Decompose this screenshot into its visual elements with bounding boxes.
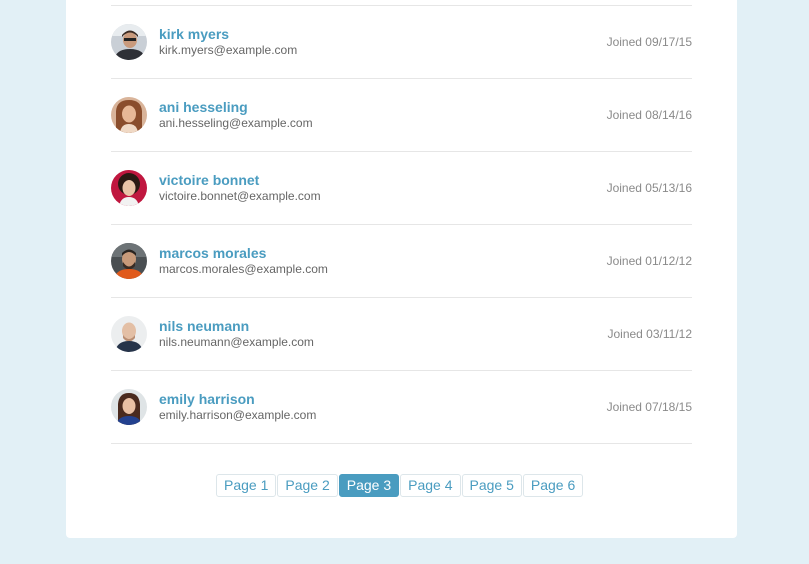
list-item[interactable]: nils neumann nils.neumann@example.com Jo… <box>111 298 692 371</box>
user-name[interactable]: emily harrison <box>159 391 255 407</box>
user-email: nils.neumann@example.com <box>159 335 314 349</box>
page-1-button[interactable]: Page 1 <box>216 474 277 497</box>
page-2-button[interactable]: Page 2 <box>277 474 338 497</box>
user-email: marcos.morales@example.com <box>159 262 328 276</box>
page-4-button[interactable]: Page 4 <box>400 474 461 497</box>
join-date: Joined 07/18/15 <box>606 400 692 414</box>
user-email: emily.harrison@example.com <box>159 408 317 422</box>
page-3-button[interactable]: Page 3 <box>338 474 400 497</box>
user-name[interactable]: victoire bonnet <box>159 172 259 188</box>
user-name[interactable]: marcos morales <box>159 245 266 261</box>
user-name[interactable]: ani hesseling <box>159 99 248 115</box>
list-item[interactable]: emily harrison emily.harrison@example.co… <box>111 371 692 444</box>
user-email: kirk.myers@example.com <box>159 43 298 57</box>
pagination: Page 1 Page 2 Page 3 Page 4 Page 5 Page … <box>216 474 584 497</box>
join-date: Joined 03/11/12 <box>607 327 692 341</box>
user-name[interactable]: kirk myers <box>159 26 229 42</box>
join-date: Joined 09/17/15 <box>606 35 692 49</box>
user-email: ani.hesseling@example.com <box>159 116 313 130</box>
list-item[interactable]: kirk myers kirk.myers@example.com Joined… <box>111 6 692 79</box>
user-email: victoire.bonnet@example.com <box>159 189 321 203</box>
avatar[interactable] <box>111 24 147 60</box>
avatar[interactable] <box>111 170 147 206</box>
avatar[interactable] <box>111 243 147 279</box>
join-date: Joined 01/12/12 <box>606 254 692 268</box>
list-item[interactable]: ani hesseling ani.hesseling@example.com … <box>111 79 692 152</box>
avatar[interactable] <box>111 316 147 352</box>
list-item[interactable]: marcos morales marcos.morales@example.co… <box>111 225 692 298</box>
user-name[interactable]: nils neumann <box>159 318 249 334</box>
avatar[interactable] <box>111 97 147 133</box>
user-list-card: kirk myers kirk.myers@example.com Joined… <box>66 0 737 538</box>
join-date: Joined 08/14/16 <box>606 108 692 122</box>
page-5-button[interactable]: Page 5 <box>461 474 522 497</box>
avatar[interactable] <box>111 389 147 425</box>
user-list: kirk myers kirk.myers@example.com Joined… <box>111 5 692 444</box>
join-date: Joined 05/13/16 <box>606 181 692 195</box>
page-6-button[interactable]: Page 6 <box>522 474 584 497</box>
list-item[interactable]: victoire bonnet victoire.bonnet@example.… <box>111 152 692 225</box>
